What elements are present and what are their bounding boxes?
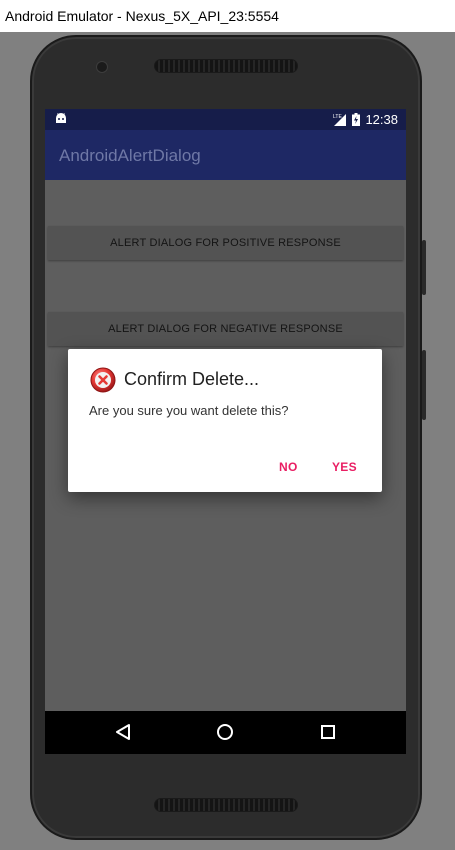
app-bar-title: AndroidAlertDialog [45,130,406,180]
status-time: 12:38 [365,112,398,127]
dialog-title: Confirm Delete... [124,369,260,389]
android-notification-icon [56,113,66,123]
emulator-window-title: Android Emulator - Nexus_5X_API_23:5554 [0,0,455,32]
front-camera [96,61,108,73]
battery-charging-icon [352,113,361,126]
top-speaker [154,59,298,73]
confirm-delete-dialog: Confirm Delete... Are you sure you want … [68,349,382,492]
power-button[interactable] [422,240,426,295]
recents-icon[interactable] [320,723,336,741]
status-bar: LTE 12:38 [45,109,406,130]
back-icon[interactable] [114,723,132,741]
no-button[interactable]: NO [279,460,298,474]
volume-button[interactable] [422,350,426,420]
navigation-bar [45,711,406,754]
bottom-speaker [154,798,298,812]
error-x-icon [90,367,116,393]
negative-response-button[interactable]: ALERT DIALOG FOR NEGATIVE RESPONSE [48,312,403,346]
positive-response-button[interactable]: ALERT DIALOG FOR POSITIVE RESPONSE [48,226,403,260]
dialog-message: Are you sure you want delete this? [89,403,289,418]
lte-signal-icon: LTE [333,114,347,126]
home-icon[interactable] [216,723,234,741]
yes-button[interactable]: YES [332,460,357,474]
